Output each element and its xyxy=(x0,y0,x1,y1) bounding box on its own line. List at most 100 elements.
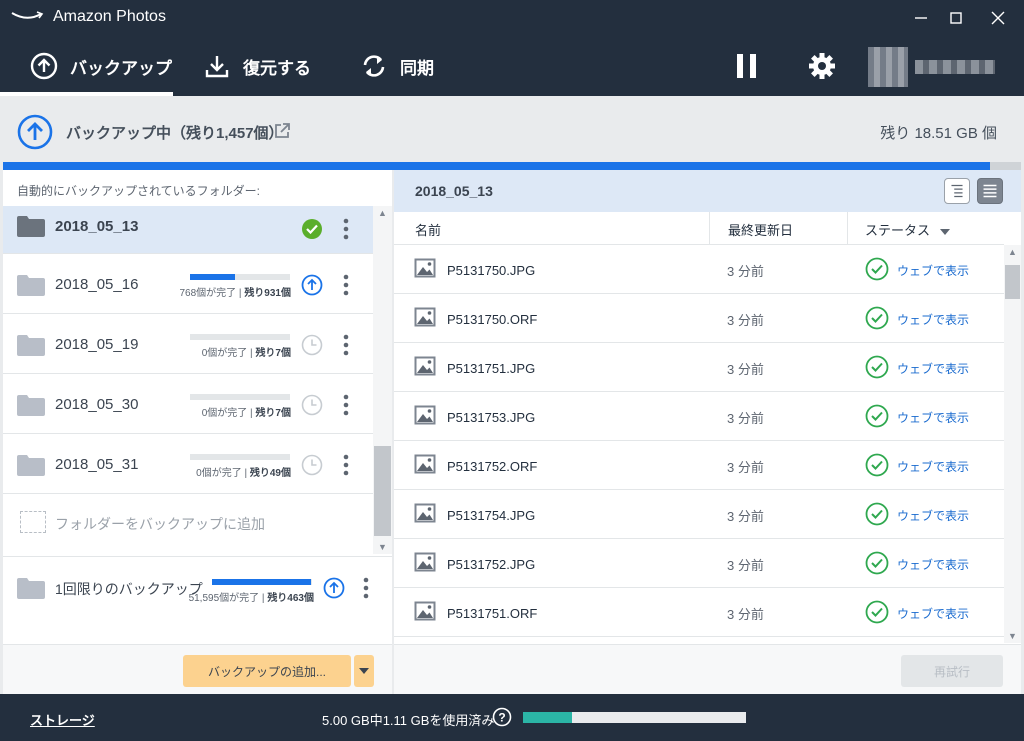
retry-button[interactable]: 再試行 xyxy=(901,655,1003,687)
file-name: P5131753.JPG xyxy=(447,410,536,425)
add-backup-button[interactable]: バックアップの追加... xyxy=(183,655,351,687)
check-circle-icon xyxy=(302,219,322,239)
folder-progress-bar xyxy=(190,394,290,400)
view-on-web-link[interactable]: ウェブで表示 xyxy=(897,409,969,426)
view-on-web-link[interactable]: ウェブで表示 xyxy=(897,360,969,377)
check-circle-outline-icon xyxy=(865,355,889,379)
file-row[interactable]: P5131752.ORF 3 分前 ウェブで表示 xyxy=(394,441,1004,490)
tree-view-button[interactable] xyxy=(944,178,970,204)
folder-name: 2018_05_30 xyxy=(55,396,139,413)
column-modified[interactable]: 最終更新日 xyxy=(728,220,793,239)
svg-text:?: ? xyxy=(498,711,505,725)
file-name: P5131751.JPG xyxy=(447,361,536,376)
onetime-backup-name: 1回限りのバックアップ xyxy=(55,581,203,597)
image-file-icon xyxy=(414,405,436,425)
scrollbar-thumb[interactable] xyxy=(374,446,391,536)
view-on-web-link[interactable]: ウェブで表示 xyxy=(897,458,969,475)
file-row[interactable]: P5131751.JPG 3 分前 ウェブで表示 xyxy=(394,343,1004,392)
external-link-icon[interactable] xyxy=(273,122,291,140)
tab-backup[interactable]: バックアップ xyxy=(0,36,173,96)
column-status-label: ステータス xyxy=(865,223,931,238)
folder-progress-bar xyxy=(190,334,290,340)
scroll-down-arrow[interactable]: ▼ xyxy=(1008,631,1017,641)
more-options-icon[interactable] xyxy=(339,272,353,298)
folder-done-text: 0個が完了 xyxy=(201,408,248,419)
title-bar: Amazon Photos xyxy=(0,0,1024,36)
uploading-status-icon xyxy=(301,274,323,296)
file-row[interactable]: P5131750.ORF 3 分前 ウェブで表示 xyxy=(394,294,1004,343)
folder-row[interactable]: 2018_05_30 0個が完了 | 残り7個 xyxy=(3,374,373,434)
tab-sync[interactable]: 同期 xyxy=(360,36,434,96)
file-panel-footer: 再試行 xyxy=(394,644,1021,694)
column-divider xyxy=(709,212,710,245)
storage-usage-bar xyxy=(523,712,746,723)
scroll-up-arrow[interactable]: ▲ xyxy=(378,208,387,218)
onetime-done-text: 51,595個が完了 xyxy=(188,593,260,604)
add-folder-label: フォルダーをバックアップに追加 xyxy=(55,516,265,532)
file-modified: 3 分前 xyxy=(727,607,764,622)
folder-list-scrollbar[interactable]: ▲ ▼ xyxy=(373,206,392,554)
storage-link[interactable]: ストレージ xyxy=(30,710,95,729)
file-row[interactable]: P5131751.ORF 3 分前 ウェブで表示 xyxy=(394,588,1004,637)
storage-bar: ストレージ 5.00 GB中1.11 GBを使用済み ? xyxy=(0,694,1024,741)
more-options-icon[interactable] xyxy=(359,575,373,601)
image-file-icon xyxy=(414,552,436,572)
view-on-web-link[interactable]: ウェブで表示 xyxy=(897,311,969,328)
maximize-button[interactable] xyxy=(943,6,969,30)
amazon-smile-logo xyxy=(11,11,44,19)
folder-row[interactable]: 2018_05_31 0個が完了 | 残り49個 xyxy=(3,434,373,494)
view-on-web-link[interactable]: ウェブで表示 xyxy=(897,605,969,622)
nav-bar: バックアップ 復元する 同期 xyxy=(0,36,1024,96)
view-on-web-link[interactable]: ウェブで表示 xyxy=(897,262,969,279)
folder-icon xyxy=(17,578,45,599)
scroll-down-arrow[interactable]: ▼ xyxy=(378,542,387,552)
folder-row[interactable]: 2018_05_13 xyxy=(3,206,373,254)
folder-name: 2018_05_13 xyxy=(55,218,139,235)
view-on-web-link[interactable]: ウェブで表示 xyxy=(897,556,969,573)
tab-restore[interactable]: 復元する xyxy=(203,36,311,96)
account-name-redacted[interactable] xyxy=(915,60,995,74)
add-backup-dropdown[interactable] xyxy=(354,655,374,687)
sync-icon xyxy=(363,55,385,77)
backup-status-text: バックアップ中（残り1,457個） xyxy=(66,125,284,142)
current-folder-title: 2018_05_13 xyxy=(415,183,493,199)
file-modified: 3 分前 xyxy=(727,411,764,426)
file-name: P5131751.ORF xyxy=(447,606,538,621)
list-view-button[interactable] xyxy=(977,178,1003,204)
scroll-up-arrow[interactable]: ▲ xyxy=(1008,247,1017,257)
view-on-web-link[interactable]: ウェブで表示 xyxy=(897,507,969,524)
more-options-icon[interactable] xyxy=(339,332,353,358)
column-divider xyxy=(847,212,848,245)
settings-gear-icon[interactable] xyxy=(808,52,836,80)
file-list-scrollbar[interactable]: ▲ ▼ xyxy=(1004,245,1021,643)
backup-status-strip: バックアップ中（残り1,457個） 残り 18.51 GB 個 xyxy=(3,96,1021,170)
help-icon[interactable]: ? xyxy=(492,707,512,727)
minimize-button[interactable] xyxy=(908,6,934,30)
file-row[interactable]: P5131753.JPG 3 分前 ウェブで表示 xyxy=(394,392,1004,441)
tab-backup-label: バックアップ xyxy=(70,58,172,78)
file-modified: 3 分前 xyxy=(727,460,764,475)
file-row[interactable]: P5131752.JPG 3 分前 ウェブで表示 xyxy=(394,539,1004,588)
uploading-status-icon xyxy=(323,577,345,599)
close-button[interactable] xyxy=(985,6,1011,30)
onetime-progress-text: 51,595個が完了 | 残り463個 xyxy=(188,593,314,604)
backup-upload-icon xyxy=(17,114,53,150)
avatar[interactable] xyxy=(868,47,908,87)
folder-row[interactable]: 2018_05_16 768個が完了 | 残り931個 xyxy=(3,254,373,314)
file-name: P5131750.JPG xyxy=(447,263,536,278)
more-options-icon[interactable] xyxy=(339,216,353,242)
add-folder-row[interactable]: フォルダーをバックアップに追加 xyxy=(3,494,373,554)
file-modified: 3 分前 xyxy=(727,509,764,524)
clock-pending-icon xyxy=(301,394,323,416)
more-options-icon[interactable] xyxy=(339,452,353,478)
column-name[interactable]: 名前 xyxy=(415,220,441,239)
column-status[interactable]: ステータス xyxy=(865,220,950,239)
onetime-backup-row[interactable]: 1回限りのバックアップ 51,595個が完了 | 残り463個 xyxy=(3,556,392,618)
scrollbar-thumb[interactable] xyxy=(1005,265,1020,299)
more-options-icon[interactable] xyxy=(339,392,353,418)
tab-sync-label: 同期 xyxy=(400,58,434,78)
file-row[interactable]: P5131754.JPG 3 分前 ウェブで表示 xyxy=(394,490,1004,539)
file-row[interactable]: P5131750.JPG 3 分前 ウェブで表示 xyxy=(394,245,1004,294)
folder-row[interactable]: 2018_05_19 0個が完了 | 残り7個 xyxy=(3,314,373,374)
pause-button[interactable] xyxy=(735,53,759,79)
